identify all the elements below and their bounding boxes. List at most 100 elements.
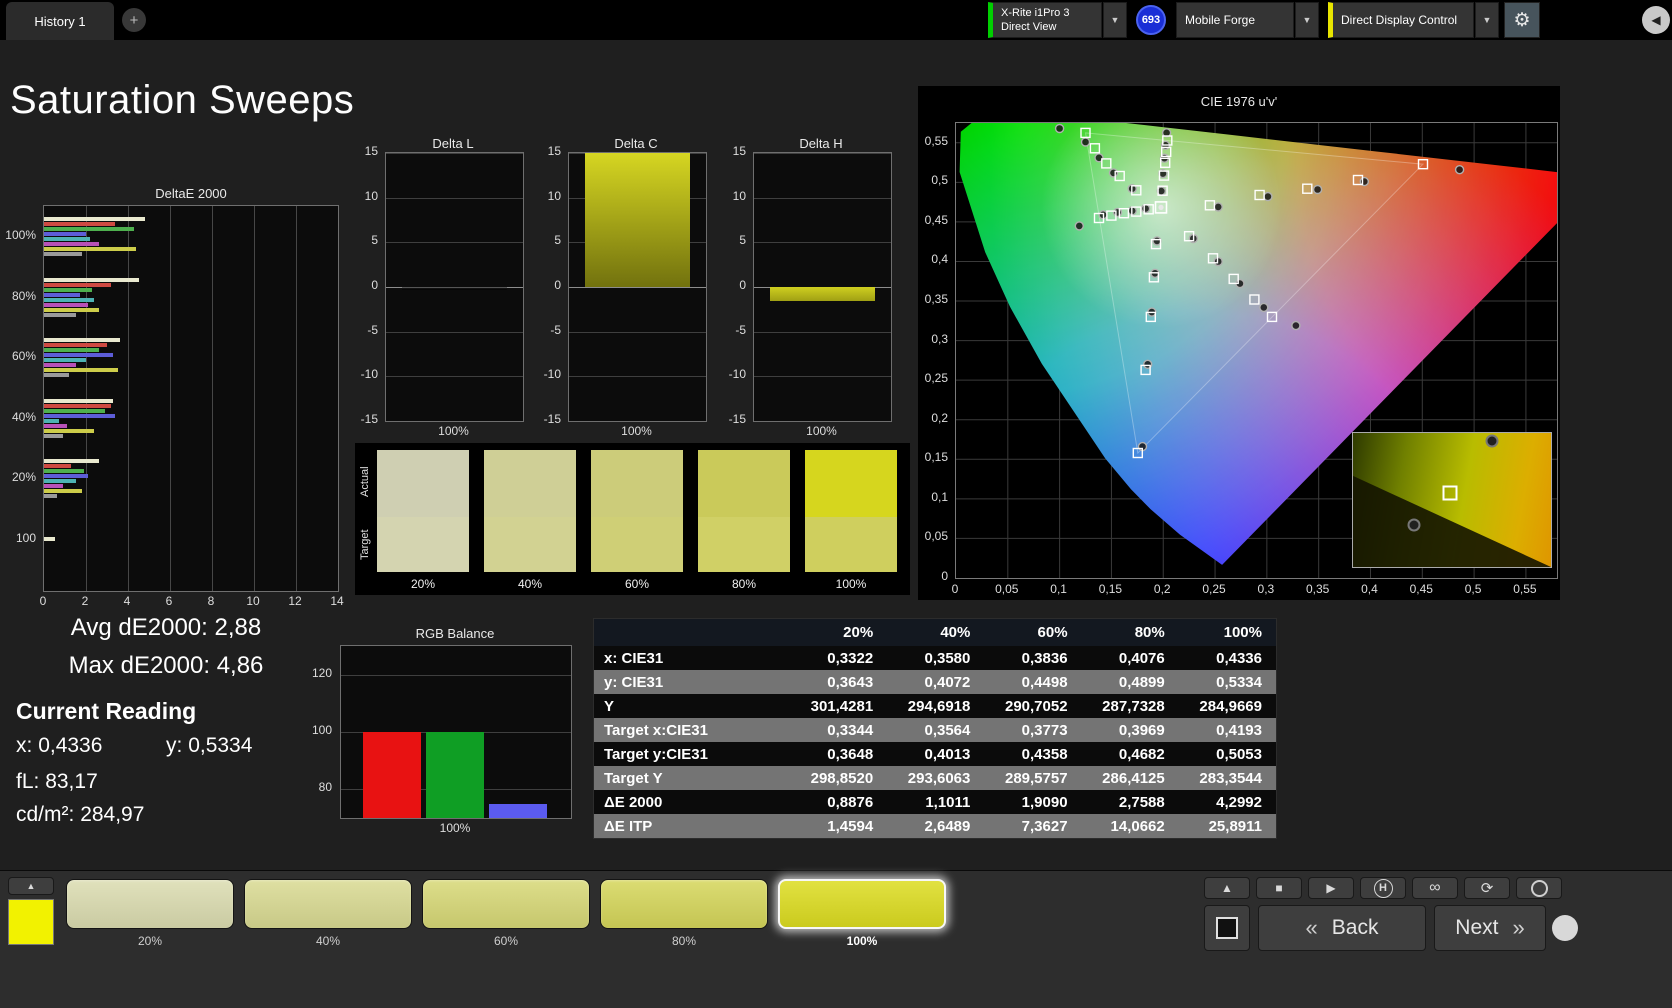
gear-icon: ⚙	[1513, 9, 1531, 31]
cell-value: 0,3344	[827, 721, 874, 739]
inset-measured-marker	[1485, 434, 1499, 448]
gridline	[754, 242, 891, 244]
cell-value: 0,3648	[827, 745, 874, 763]
record-indicator-button[interactable]	[1516, 877, 1562, 899]
delta-l-chart	[385, 152, 524, 422]
meter-dropdown-icon[interactable]: ▼	[1103, 2, 1127, 38]
gridline	[754, 197, 891, 199]
deltae-bar	[44, 277, 139, 282]
axis-tick-label: 0	[739, 278, 746, 292]
reading-fl: fL: 83,17	[16, 770, 98, 794]
axis-tick-label: 0,1	[931, 489, 948, 504]
cell-value: 0,4498	[1021, 673, 1068, 691]
swatch-label: 20%	[410, 577, 436, 591]
axis-tick-label: 2	[81, 594, 89, 608]
axis-tick-label: 10	[246, 594, 260, 608]
meter-button[interactable]: X-Rite i1Pro 3 Direct View	[988, 2, 1102, 38]
saturation-patch-60%[interactable]	[422, 879, 590, 929]
collapse-controls-button[interactable]: ▲	[1204, 877, 1250, 899]
play-icon: ▶	[1326, 881, 1336, 895]
cie-chart-title: CIE 1976 u'v'	[1200, 94, 1278, 109]
white-point-dot	[1158, 204, 1164, 210]
column-header: 100%	[1223, 624, 1262, 641]
saturation-patch-80%[interactable]	[600, 879, 768, 929]
delta-bar	[402, 287, 507, 290]
deltae-bar	[44, 403, 112, 408]
row-label: Target Y	[604, 769, 663, 787]
history-mode-button[interactable]: H	[1360, 877, 1406, 899]
reading-fl-value: 83,17	[45, 770, 98, 793]
cie-zoom-inset	[1352, 432, 1552, 568]
deltae-chart-title: DeltaE 2000	[155, 186, 227, 201]
axis-tick-label: 0,5	[931, 173, 948, 188]
swatch-column-80%: 80%	[698, 450, 790, 591]
pattern-source-button[interactable]: Mobile Forge	[1176, 2, 1294, 38]
axis-tick-label: 100%	[5, 228, 36, 242]
saturation-patch-100%[interactable]	[778, 879, 946, 929]
patch-label: 40%	[315, 934, 341, 948]
meter-count-badge: 693	[1136, 5, 1166, 35]
column-header: 60%	[1037, 624, 1068, 641]
measured-point-magenta	[1291, 320, 1301, 331]
target-swatch	[591, 517, 683, 572]
add-tab-button[interactable]: +	[122, 8, 146, 32]
pattern-window-button[interactable]	[1204, 905, 1250, 951]
settings-button[interactable]: ⚙	[1504, 2, 1540, 38]
continuous-read-button[interactable]: ∞	[1412, 877, 1458, 899]
refresh-button[interactable]: ⟳	[1464, 877, 1510, 899]
play-button[interactable]: ▶	[1308, 877, 1354, 899]
gridline	[569, 421, 706, 422]
axis-tick-label: 8	[207, 594, 215, 608]
reading-x: x: 0,4336	[16, 734, 102, 758]
table-row: ΔE ITP 1,4594 2,6489 7,3627 14,0662 25,8911	[594, 814, 1276, 838]
display-control-dropdown-icon[interactable]: ▼	[1475, 2, 1499, 38]
gridline	[386, 242, 523, 244]
reading-x-label: x:	[16, 734, 33, 757]
axis-tick-label: 0,2	[931, 410, 948, 425]
stop-button[interactable]: ■	[1256, 877, 1302, 899]
cell-value: 0,4013	[924, 745, 971, 763]
gridline	[754, 153, 891, 154]
table-row: y: CIE31 0,3643 0,4072 0,4498 0,4899 0,5334	[594, 670, 1276, 694]
swatch-label: 100%	[835, 577, 867, 591]
delta-bar	[585, 153, 690, 287]
cell-value: 294,6918	[907, 697, 971, 715]
delta-h-x-label: 100%	[806, 424, 837, 438]
axis-tick-label: -15	[360, 412, 378, 426]
deltae-bar	[44, 474, 89, 478]
source-dropdown-icon[interactable]: ▼	[1295, 2, 1319, 38]
cell-value: 0,4358	[1021, 745, 1068, 763]
deltae-bar	[44, 484, 63, 488]
deltae-bar	[44, 469, 84, 473]
collapse-bar-button[interactable]: ▲	[8, 877, 54, 895]
deltae-bar	[44, 222, 116, 226]
cell-value: 0,3322	[827, 649, 874, 667]
saturation-patch-20%[interactable]	[66, 879, 234, 929]
next-button[interactable]: Next »	[1434, 905, 1546, 951]
rgb-balance-x-label: 100%	[439, 821, 471, 835]
axis-tick-label: 6	[165, 594, 173, 608]
back-button[interactable]: « Back	[1258, 905, 1426, 951]
side-panel-toggle-button[interactable]: ◀	[1642, 6, 1670, 34]
gridline	[341, 674, 571, 676]
calman-saturation-sweeps-page: History 1 + X-Rite i1Pro 3 Direct View ▼…	[0, 0, 1672, 1008]
tab-history-1[interactable]: History 1	[6, 2, 114, 40]
table-header-row: 20% 40% 60% 80% 100%	[594, 619, 1276, 646]
table-row: Target x:CIE31 0,3344 0,3564 0,3773 0,3969 0,…	[594, 718, 1276, 742]
rgb-balance-title: RGB Balance	[415, 626, 495, 641]
axis-tick-label: 4	[123, 594, 131, 608]
display-control-button[interactable]: Direct Display Control	[1328, 2, 1474, 38]
gridline	[170, 206, 171, 591]
max-de2000-readout: Max dE2000: 4,86	[26, 652, 306, 680]
axis-tick-label: 15	[364, 144, 378, 158]
gridline	[754, 331, 891, 333]
gridline	[386, 153, 523, 154]
measured-point-green	[1054, 123, 1065, 134]
chevrons-right-icon: »	[1512, 915, 1525, 940]
saturation-patch-40%[interactable]	[244, 879, 412, 929]
deltae-bar	[44, 338, 120, 342]
bottom-bar: ▲ 20% 40% 60% 80% 100% ▲ ■ ▶ H ∞ ⟳ « Back Ne…	[0, 870, 1672, 1008]
cie-y-axis: 0 0,05 0,1 0,15 0,2 0,25 0,3 0,35 0,4 0,45 0,5 0,55	[918, 122, 952, 583]
actual-swatch	[591, 450, 683, 517]
cell-value: 283,3544	[1199, 769, 1262, 787]
